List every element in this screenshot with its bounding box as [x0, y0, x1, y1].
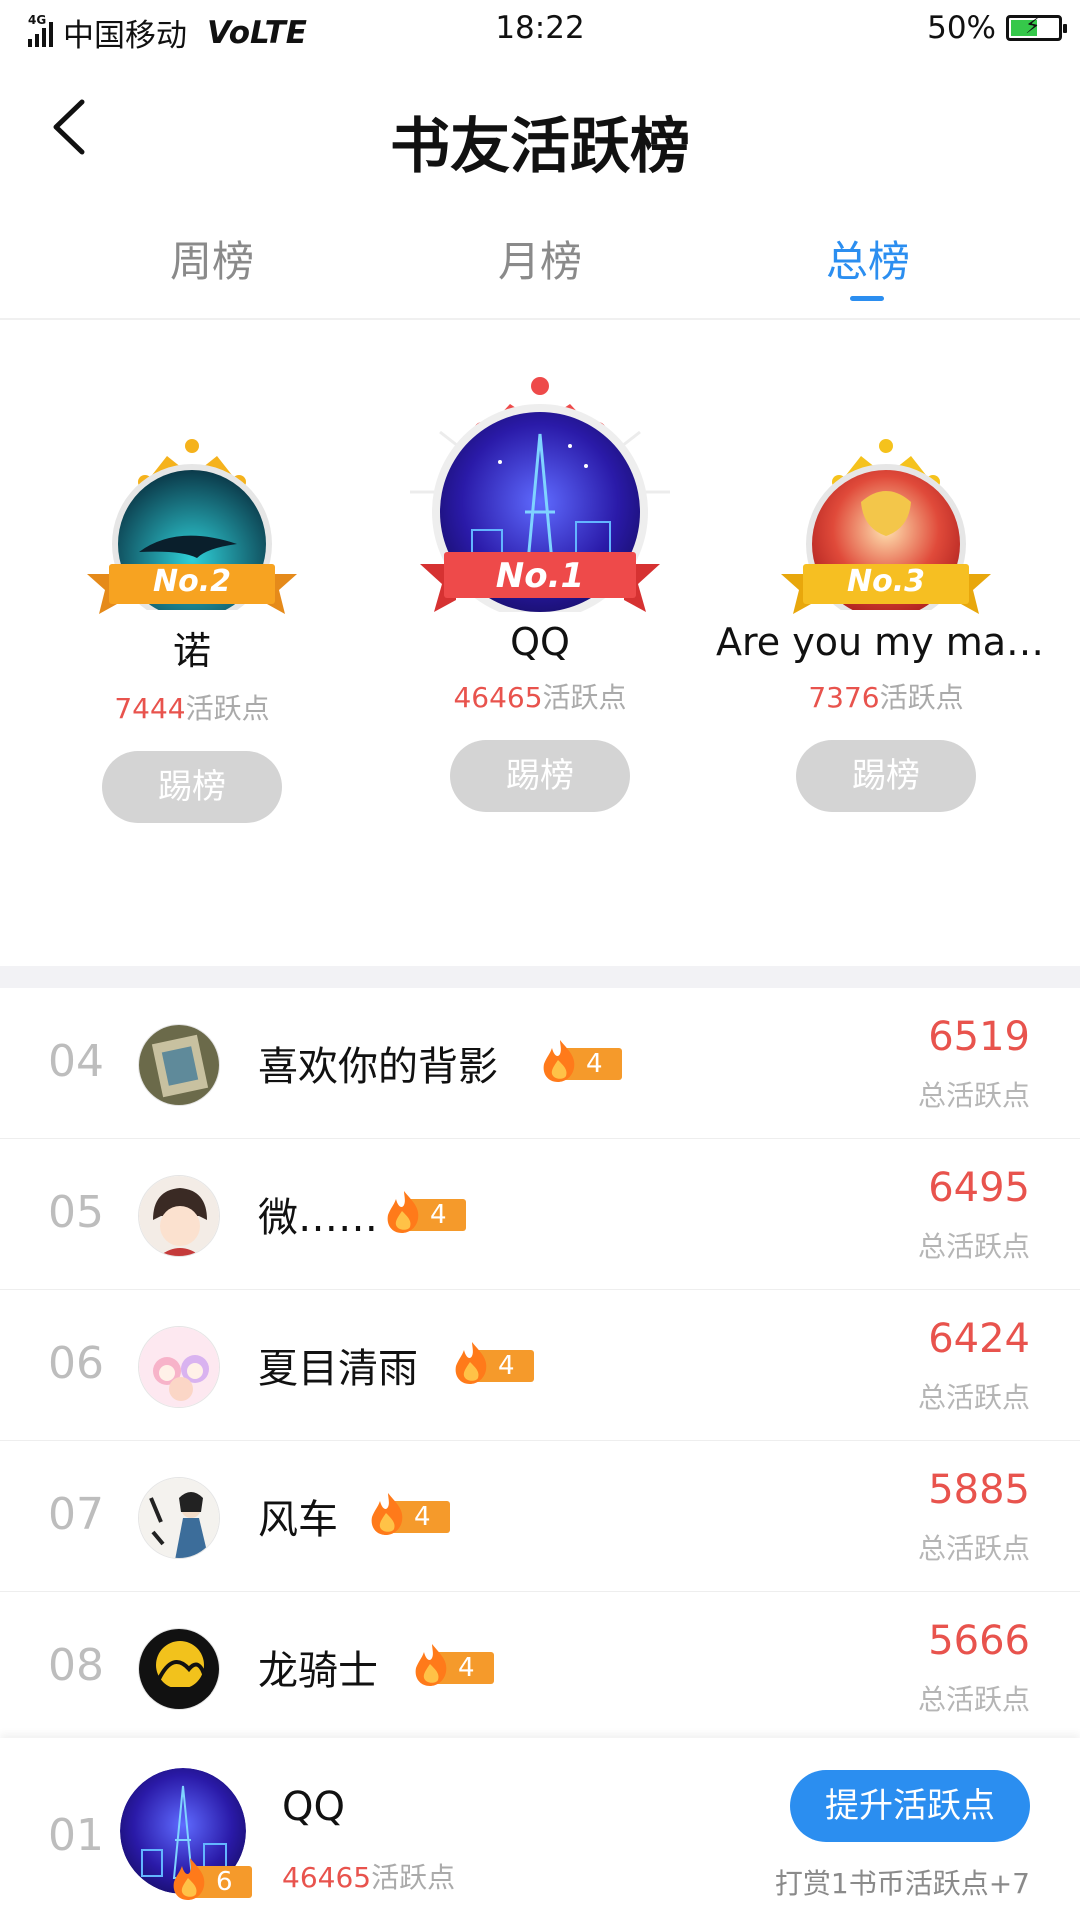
rank-number: 08: [48, 1640, 104, 1691]
rank-label: No.2: [153, 564, 231, 599]
section-divider: [0, 966, 1080, 988]
fire-icon: [371, 1493, 403, 1535]
ranking-list: 04 喜欢你的背影 4 6519 总活跃点 05 微…… 4 6495 总活跃点…: [0, 988, 1080, 1743]
score-label: 总活跃点: [917, 1079, 1030, 1112]
header: 书友活跃榜: [0, 70, 1080, 190]
fire-icon: [455, 1342, 487, 1384]
user-name: 夏目清雨: [258, 1346, 418, 1392]
score: 6519: [928, 1014, 1030, 1060]
podium-first: No.1 QQ 46465活跃点 踢榜: [370, 362, 710, 812]
active-tab-indicator: [850, 296, 884, 301]
user-name: 喜欢你的背影: [258, 1044, 498, 1090]
kick-button[interactable]: 踢榜: [450, 740, 630, 812]
level-number: 6: [216, 1867, 233, 1897]
podium-third-badge: No.3: [781, 432, 991, 624]
podium-second: No.2 诺 7444活跃点 踢榜: [22, 432, 362, 823]
level-number: 4: [586, 1049, 603, 1079]
rank-number: 04: [48, 1036, 104, 1087]
tab-monthly[interactable]: 月榜: [440, 228, 640, 289]
kick-button[interactable]: 踢榜: [796, 740, 976, 812]
boost-activity-button[interactable]: 提升活跃点: [790, 1770, 1030, 1842]
rank-number: 07: [48, 1489, 104, 1540]
rank-number: 06: [48, 1338, 104, 1389]
my-points: 46465活跃点: [282, 1861, 456, 1894]
battery-icon: ⚡: [1006, 14, 1067, 41]
rank-label: No.3: [847, 564, 925, 599]
avatar[interactable]: [138, 1175, 220, 1257]
my-level-badge: 6: [170, 1858, 252, 1900]
avatar[interactable]: [138, 1326, 220, 1408]
list-item[interactable]: 05 微…… 4 6495 总活跃点: [0, 1139, 1080, 1290]
status-right: 50% ⚡: [927, 10, 1067, 46]
fire-icon: [173, 1858, 205, 1900]
my-name: QQ: [282, 1784, 345, 1830]
list-item[interactable]: 04 喜欢你的背影 4 6519 总活跃点: [0, 988, 1080, 1139]
score-label: 总活跃点: [917, 1683, 1030, 1716]
score: 5885: [928, 1467, 1030, 1513]
level-number: 4: [414, 1502, 431, 1532]
level-badge: 4: [540, 1040, 622, 1082]
battery-percent: 50%: [927, 10, 996, 46]
status-bar: 4G 中国移动 VoLTE 18:22 50% ⚡: [0, 0, 1080, 58]
tab-weekly[interactable]: 周榜: [112, 228, 312, 289]
level-number: 4: [498, 1351, 515, 1381]
kick-button[interactable]: 踢榜: [102, 751, 282, 823]
list-item[interactable]: 06 夏目清雨 4 6424 总活跃点: [0, 1290, 1080, 1441]
level-badge: 4: [452, 1342, 534, 1384]
rank-number: 05: [48, 1187, 104, 1238]
score: 6424: [928, 1316, 1030, 1362]
avatar[interactable]: [138, 1628, 220, 1710]
podium-name: Are you my mas…: [716, 620, 1056, 664]
clock: 18:22: [495, 10, 585, 46]
podium-points: 46465活跃点: [453, 681, 627, 714]
score-label: 总活跃点: [917, 1532, 1030, 1565]
level-badge: 4: [384, 1191, 466, 1233]
rank-label: No.1: [495, 556, 585, 596]
user-name: 风车: [258, 1497, 338, 1543]
avatar[interactable]: [138, 1024, 220, 1106]
podium-points: 7376活跃点: [808, 681, 964, 714]
fire-icon: [543, 1040, 575, 1082]
avatar[interactable]: [138, 1477, 220, 1559]
tab-bar: 周榜 月榜 总榜: [0, 220, 1080, 320]
podium-points: 7444活跃点: [114, 692, 270, 725]
score: 5666: [928, 1618, 1030, 1664]
page-title: 书友活跃榜: [390, 112, 690, 182]
podium-third: No.3 Are you my mas… 7376活跃点 踢榜: [716, 432, 1056, 812]
podium-second-badge: No.2: [87, 432, 297, 624]
boost-hint: 打赏1书币活跃点+7: [774, 1867, 1030, 1900]
level-badge: 4: [412, 1644, 494, 1686]
user-name: 龙骑士: [258, 1648, 378, 1694]
user-name: 微……: [258, 1195, 378, 1241]
podium-name: QQ: [510, 620, 570, 664]
score-label: 总活跃点: [917, 1230, 1030, 1263]
list-item[interactable]: 07 风车 4 5885 总活跃点: [0, 1441, 1080, 1592]
podium-name: 诺: [172, 629, 211, 673]
level-number: 4: [430, 1200, 447, 1230]
tab-total[interactable]: 总榜: [768, 228, 968, 289]
score: 6495: [928, 1165, 1030, 1211]
my-ranking-bar: 01 6 QQ 46465活跃点 提升活跃点 打赏1书币活跃点+7: [0, 1738, 1080, 1920]
podium-first-badge: No.1: [410, 362, 670, 620]
my-rank-number: 01: [48, 1810, 104, 1861]
fire-icon: [387, 1191, 419, 1233]
level-badge: 4: [368, 1493, 450, 1535]
fire-icon: [415, 1644, 447, 1686]
list-item[interactable]: 08 龙骑士 4 5666 总活跃点: [0, 1592, 1080, 1743]
score-label: 总活跃点: [917, 1381, 1030, 1414]
podium: No.2 诺 7444活跃点 踢榜 No.1 QQ 46465活跃点 踢榜 No…: [0, 322, 1080, 962]
level-number: 4: [458, 1653, 475, 1683]
